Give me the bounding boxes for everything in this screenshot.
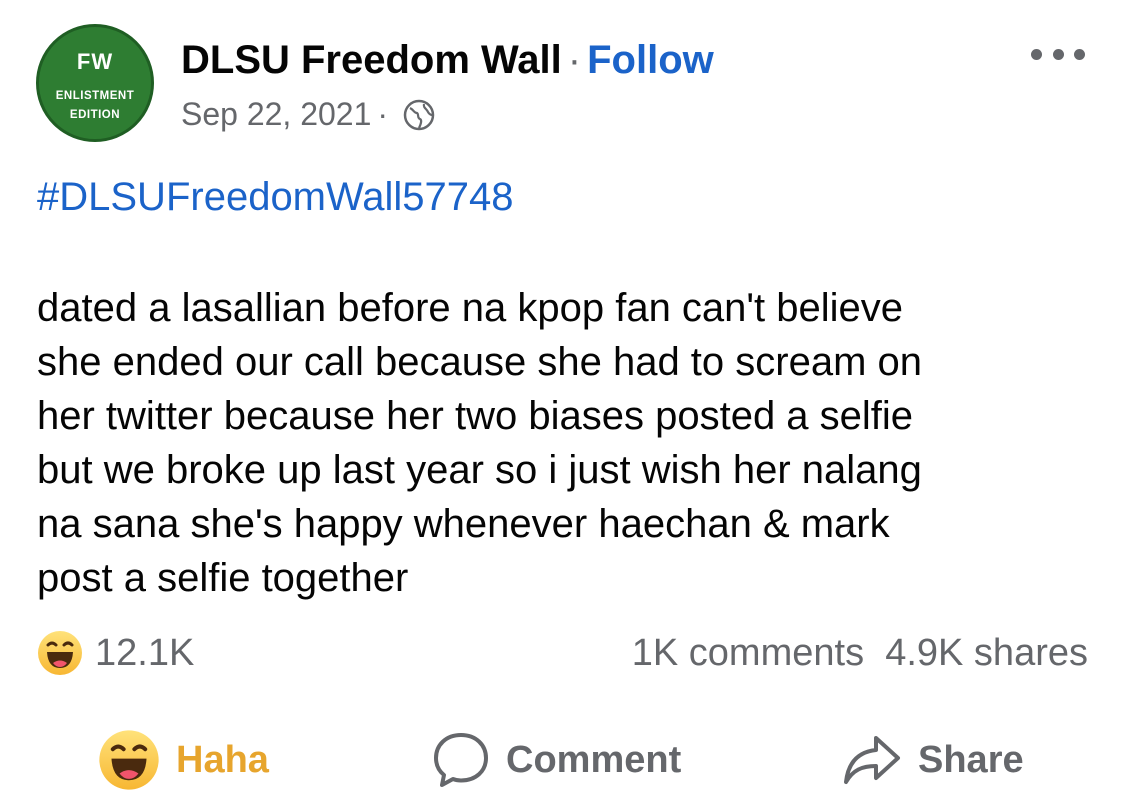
- comment-button[interactable]: Comment: [432, 725, 681, 795]
- post-header: DLSU Freedom Wall · Follow: [181, 38, 714, 83]
- post-body-line: dated a lasallian before na kpop fan can…: [37, 286, 904, 330]
- post-body: dated a lasallian before na kpop fan can…: [37, 281, 1097, 605]
- header-separator: ·: [567, 38, 582, 82]
- post-body-line: na sana she's happy whenever haechan & m…: [37, 502, 890, 546]
- haha-emoji-icon: [37, 630, 83, 676]
- haha-emoji-icon: [99, 730, 159, 790]
- avatar-text-fw: FW: [76, 49, 114, 74]
- more-dot: [1074, 48, 1085, 60]
- avatar-text-enlistment: ENLISTMENT: [55, 90, 135, 102]
- post-body-line: post a selfie together: [37, 556, 409, 600]
- comment-label: Comment: [506, 738, 682, 781]
- post-body-line: but we broke up last year so i just wish…: [37, 448, 922, 492]
- more-options-icon[interactable]: [1031, 44, 1085, 64]
- shares-count[interactable]: 4.9K shares: [885, 632, 1088, 674]
- post-meta: Sep 22, 2021 ·: [181, 96, 436, 133]
- post-body-line: her twitter because her two biases poste…: [37, 394, 914, 438]
- follow-button[interactable]: Follow: [587, 38, 714, 82]
- avatar-text-edition: EDITION: [69, 109, 121, 121]
- haha-button[interactable]: Haha: [98, 725, 269, 795]
- globe-icon: [402, 98, 436, 132]
- post-body-line: she ended our call because she had to sc…: [37, 340, 923, 384]
- more-dot: [1031, 48, 1042, 60]
- share-button[interactable]: Share: [842, 725, 1024, 795]
- comments-count[interactable]: 1K comments: [632, 632, 864, 674]
- share-label: Share: [918, 738, 1024, 781]
- date-separator: ·: [377, 96, 389, 132]
- page-avatar[interactable]: FW ENLISTMENT EDITION: [36, 24, 154, 142]
- comment-bubble-icon: [434, 733, 488, 787]
- post-date[interactable]: Sep 22, 2021: [181, 96, 371, 133]
- action-bar: Haha Comment Share: [0, 725, 1125, 795]
- reaction-summary[interactable]: 12.1K: [37, 630, 194, 676]
- post-stats: 12.1K 1K comments 4.9K shares: [37, 630, 1088, 680]
- page-name-link[interactable]: DLSU Freedom Wall: [181, 38, 562, 82]
- reaction-count: 12.1K: [95, 631, 195, 674]
- haha-label: Haha: [176, 738, 269, 781]
- more-dot: [1052, 48, 1064, 60]
- engagement-counts: 1K comments 4.9K shares: [632, 632, 1088, 675]
- post-hashtag[interactable]: #DLSUFreedomWall57748: [37, 175, 514, 220]
- share-arrow-icon: [844, 736, 900, 784]
